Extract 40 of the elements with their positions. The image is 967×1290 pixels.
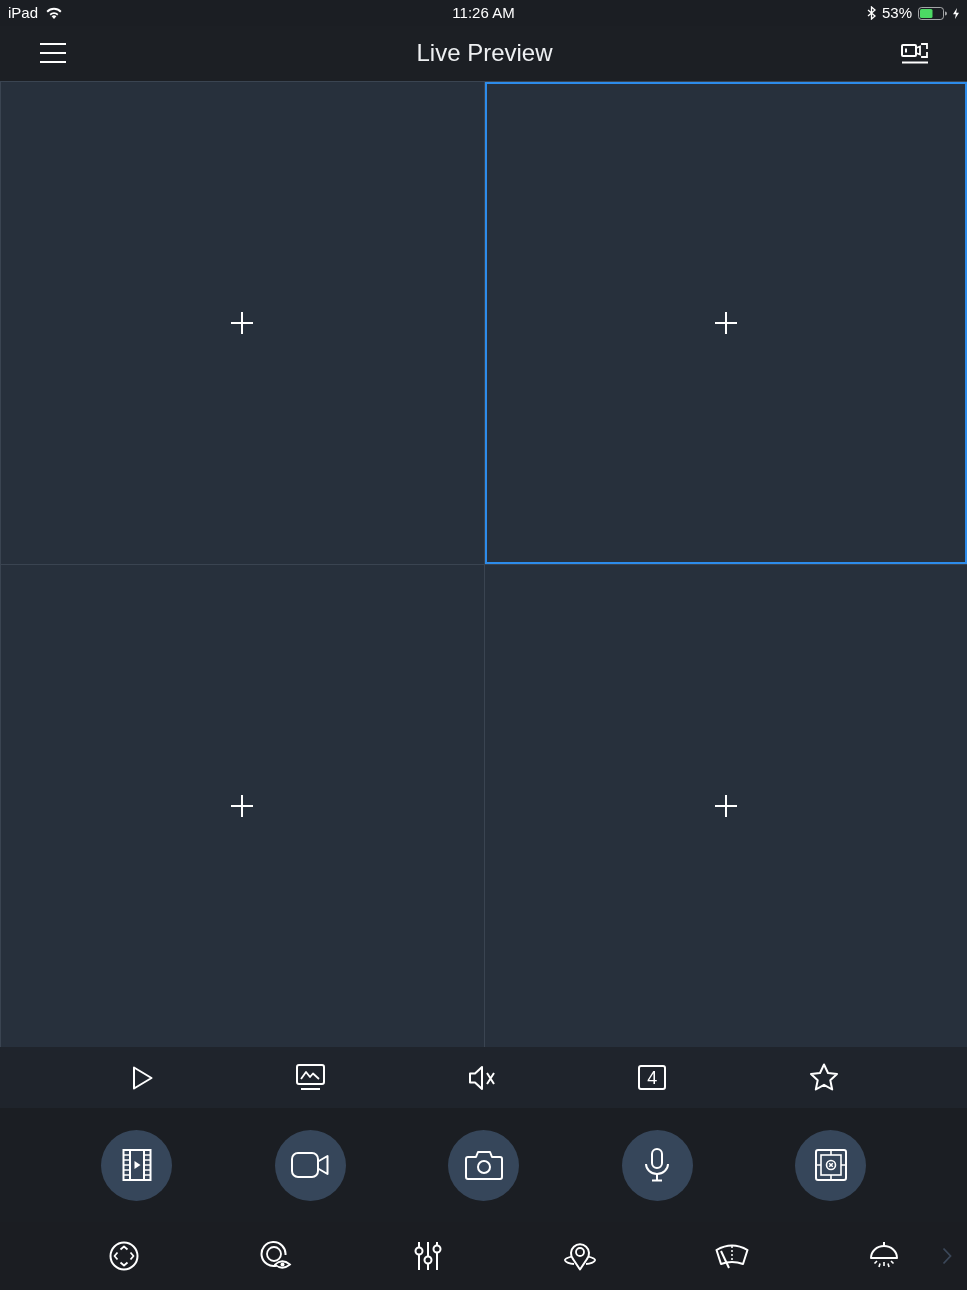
preview-cell[interactable]	[484, 565, 967, 1047]
favorite-button[interactable]	[809, 1063, 839, 1092]
play-button[interactable]	[132, 1065, 153, 1090]
lens-eye-icon	[260, 1241, 292, 1271]
preview-cell[interactable]	[1, 82, 484, 564]
play-icon	[132, 1065, 153, 1090]
charging-bolt-icon	[953, 7, 959, 19]
device-name: iPad	[8, 4, 39, 22]
battery-icon	[918, 6, 947, 20]
mute-button[interactable]	[467, 1064, 496, 1091]
speaker-muted-icon	[467, 1064, 496, 1091]
sliders-icon	[414, 1241, 442, 1271]
camera-list-icon	[901, 42, 929, 64]
plus-icon	[231, 312, 254, 334]
split-screen-button[interactable]: 4	[638, 1065, 667, 1090]
battery-percentage: 53%	[881, 4, 912, 22]
menu-icon	[40, 42, 66, 64]
plus-icon	[231, 795, 254, 817]
preview-cell[interactable]	[1, 565, 484, 1047]
framed-target-icon	[814, 1149, 847, 1181]
monitor-picture-icon	[295, 1064, 325, 1091]
preview-cell[interactable]	[484, 82, 967, 564]
film-strip-icon	[121, 1149, 152, 1181]
video-camera-icon	[291, 1152, 329, 1178]
star-icon	[809, 1063, 839, 1092]
chevron-right-icon	[942, 1247, 952, 1265]
device-list-button[interactable]	[901, 42, 929, 64]
wifi-icon	[46, 7, 63, 19]
direction-pad-icon	[109, 1241, 139, 1271]
status-time: 11:26 AM	[452, 4, 515, 22]
wiper-icon	[715, 1243, 749, 1269]
camera-icon	[464, 1150, 503, 1180]
bluetooth-icon	[866, 6, 876, 20]
plus-icon	[714, 795, 737, 817]
image-button[interactable]	[295, 1064, 325, 1091]
location-pin-icon	[563, 1241, 597, 1271]
plus-icon	[714, 312, 737, 334]
screen-title: Live Preview	[416, 39, 553, 67]
menu-button[interactable]	[40, 42, 66, 64]
microphone-icon	[644, 1148, 670, 1182]
